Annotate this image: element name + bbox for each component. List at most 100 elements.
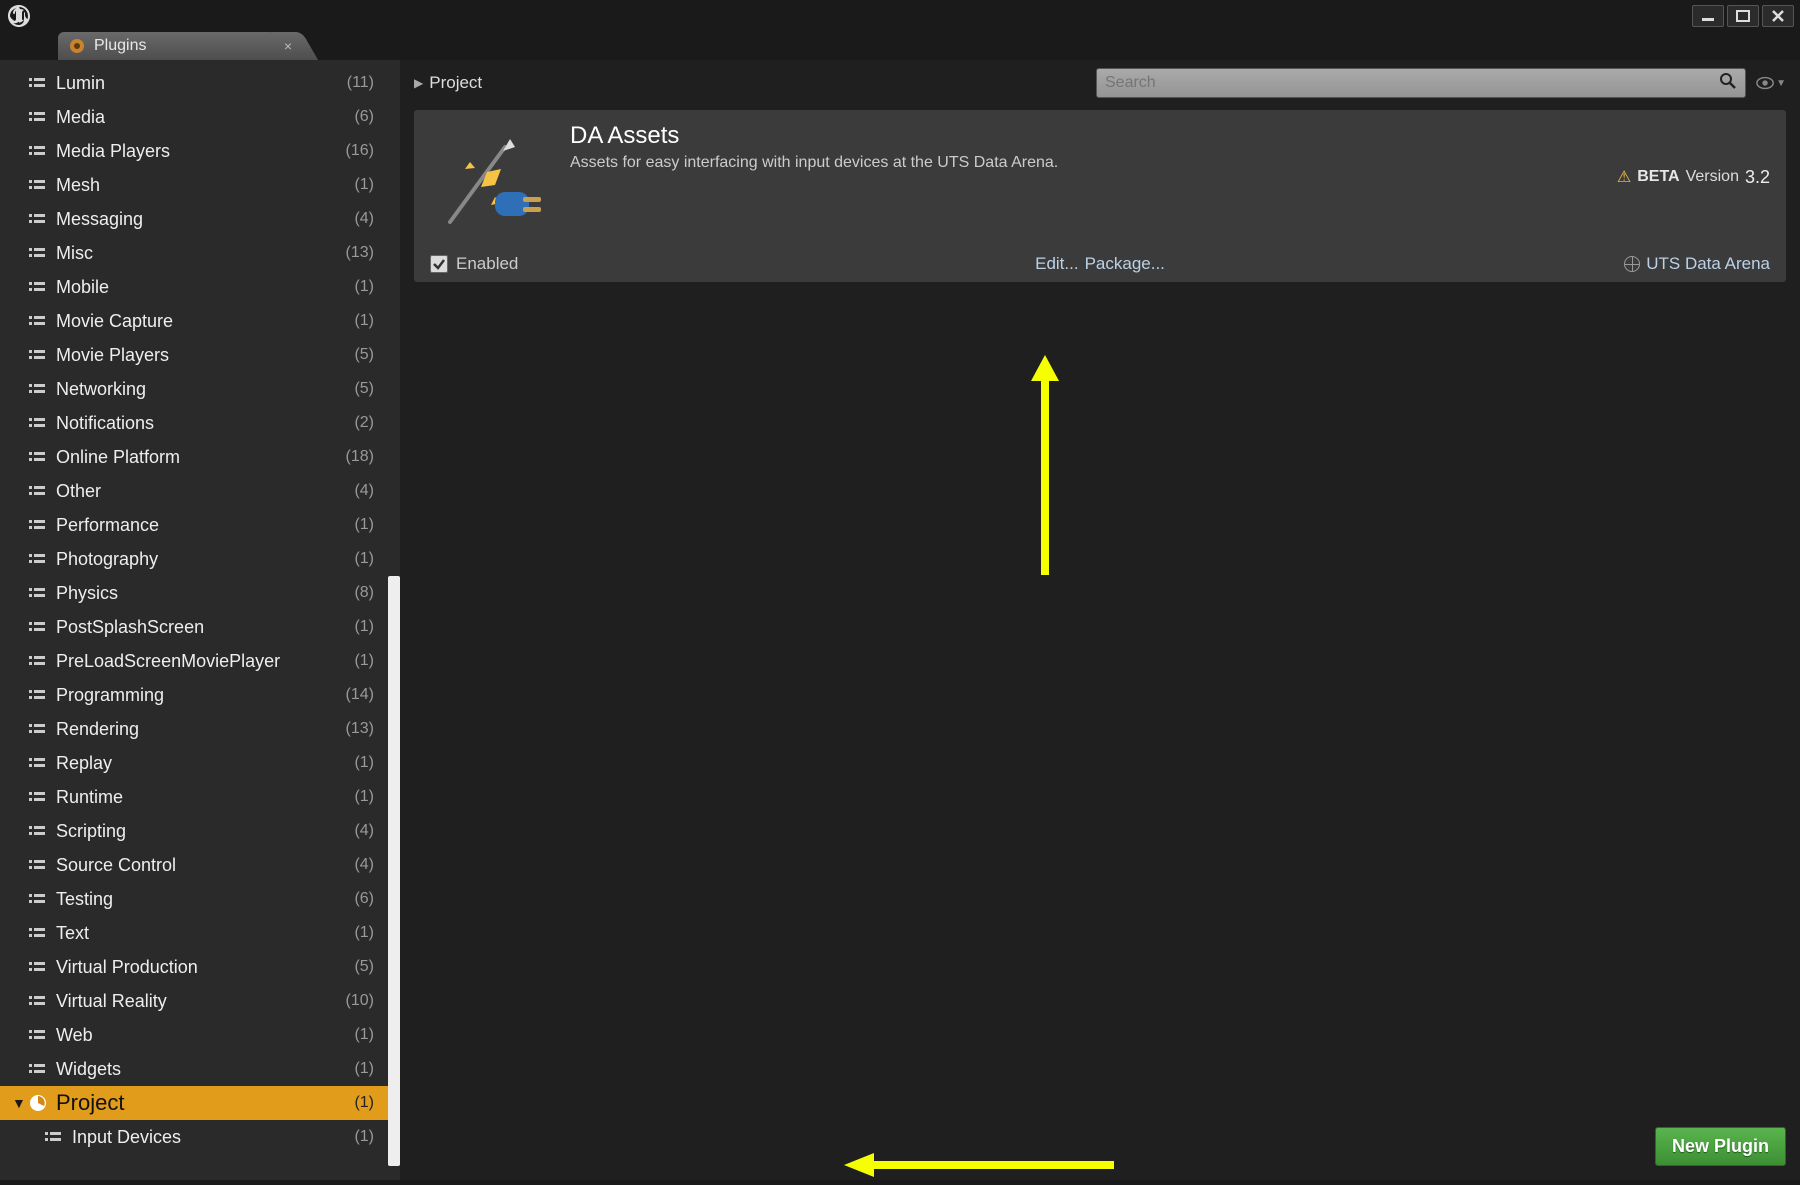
sidebar-item-online-platform[interactable]: Online Platform(18) — [0, 440, 388, 474]
annotation-arrow-left — [844, 1145, 1124, 1185]
sidebar-item-rendering[interactable]: Rendering(13) — [0, 712, 388, 746]
category-icon — [28, 177, 48, 193]
category-label: Scripting — [56, 821, 354, 842]
plugin-description: Assets for easy interfacing with input d… — [570, 154, 1617, 172]
sidebar-item-project[interactable]: ▼Project(1) — [0, 1086, 388, 1120]
category-count: (1) — [354, 312, 380, 330]
sidebar-item-mobile[interactable]: Mobile(1) — [0, 270, 388, 304]
plugin-beta-badge: BETA — [1637, 168, 1679, 186]
sidebar-item-runtime[interactable]: Runtime(1) — [0, 780, 388, 814]
sidebar-item-other[interactable]: Other(4) — [0, 474, 388, 508]
sidebar-item-programming[interactable]: Programming(14) — [0, 678, 388, 712]
search-input[interactable] — [1105, 74, 1719, 92]
sidebar-item-testing[interactable]: Testing(6) — [0, 882, 388, 916]
category-label: Lumin — [56, 73, 347, 94]
breadcrumb[interactable]: ▶ Project — [414, 73, 482, 93]
category-icon — [28, 75, 48, 91]
tab-close-icon[interactable]: × — [284, 38, 292, 54]
category-label: Mesh — [56, 175, 354, 196]
app-logo-icon — [6, 3, 32, 29]
close-button[interactable] — [1762, 5, 1794, 27]
sidebar-item-media-players[interactable]: Media Players(16) — [0, 134, 388, 168]
sidebar-item-physics[interactable]: Physics(8) — [0, 576, 388, 610]
sidebar-item-widgets[interactable]: Widgets(1) — [0, 1052, 388, 1086]
maximize-button[interactable] — [1727, 5, 1759, 27]
minimize-button[interactable] — [1692, 5, 1724, 27]
sidebar-item-misc[interactable]: Misc(13) — [0, 236, 388, 270]
sidebar-item-postsplashscreen[interactable]: PostSplashScreen(1) — [0, 610, 388, 644]
sidebar-item-networking[interactable]: Networking(5) — [0, 372, 388, 406]
plugin-version: 3.2 — [1745, 167, 1770, 188]
category-label: Movie Capture — [56, 311, 354, 332]
tab-plugins[interactable]: Plugins × — [58, 32, 288, 60]
category-label: Online Platform — [56, 447, 346, 468]
category-count: (2) — [354, 414, 380, 432]
category-label: Programming — [56, 685, 346, 706]
new-plugin-button[interactable]: New Plugin — [1655, 1127, 1786, 1166]
sidebar-item-virtual-reality[interactable]: Virtual Reality(10) — [0, 984, 388, 1018]
warning-icon: ⚠ — [1617, 167, 1631, 187]
view-options-button[interactable]: ▼ — [1756, 71, 1786, 95]
enabled-checkbox[interactable] — [430, 255, 448, 273]
category-icon — [28, 653, 48, 669]
plugin-vendor-link[interactable]: UTS Data Arena — [1624, 254, 1770, 274]
plugin-edit-link[interactable]: Edit... — [1035, 254, 1078, 274]
sidebar-item-web[interactable]: Web(1) — [0, 1018, 388, 1052]
category-count: (1) — [354, 924, 380, 942]
content-pane: ▶ Project ▼ — [400, 60, 1800, 1180]
sidebar-item-mesh[interactable]: Mesh(1) — [0, 168, 388, 202]
category-label: Misc — [56, 243, 346, 264]
category-count: (1) — [354, 754, 380, 772]
sidebar-item-replay[interactable]: Replay(1) — [0, 746, 388, 780]
category-icon — [28, 245, 48, 261]
category-count: (18) — [346, 448, 380, 466]
category-icon — [28, 993, 48, 1009]
category-icon — [28, 789, 48, 805]
category-icon — [28, 959, 48, 975]
sidebar-item-movie-capture[interactable]: Movie Capture(1) — [0, 304, 388, 338]
category-icon — [28, 483, 48, 499]
sidebar-item-text[interactable]: Text(1) — [0, 916, 388, 950]
category-label: Replay — [56, 753, 354, 774]
category-icon — [28, 619, 48, 635]
scrollbar-thumb[interactable] — [388, 576, 400, 1166]
search-box[interactable] — [1096, 68, 1746, 98]
sidebar-item-virtual-production[interactable]: Virtual Production(5) — [0, 950, 388, 984]
category-icon — [28, 279, 48, 295]
plugin-tab-icon — [68, 37, 86, 55]
category-label: Messaging — [56, 209, 354, 230]
category-count: (10) — [346, 992, 380, 1010]
plugin-package-link[interactable]: Package... — [1085, 254, 1165, 274]
category-count: (4) — [354, 482, 380, 500]
sidebar-item-messaging[interactable]: Messaging(4) — [0, 202, 388, 236]
sidebar-item-lumin[interactable]: Lumin(11) — [0, 66, 388, 100]
sidebar-item-preloadscreenmovieplayer[interactable]: PreLoadScreenMoviePlayer(1) — [0, 644, 388, 678]
sidebar-item-input-devices[interactable]: Input Devices(1) — [0, 1120, 388, 1154]
category-label: Notifications — [56, 413, 354, 434]
category-count: (1) — [354, 618, 380, 636]
category-count: (5) — [354, 380, 380, 398]
category-count: (1) — [354, 1026, 380, 1044]
category-label: Media Players — [56, 141, 346, 162]
category-label: Widgets — [56, 1059, 354, 1080]
enabled-label: Enabled — [456, 254, 518, 274]
category-icon — [28, 449, 48, 465]
chevron-down-icon: ▼ — [1776, 78, 1786, 89]
category-icon — [28, 143, 48, 159]
category-icon — [28, 857, 48, 873]
category-icon — [28, 823, 48, 839]
category-icon — [28, 1061, 48, 1077]
tab-row: Plugins × — [0, 32, 1800, 60]
project-icon — [28, 1095, 48, 1111]
sidebar-item-media[interactable]: Media(6) — [0, 100, 388, 134]
category-count: (13) — [346, 720, 380, 738]
sidebar-scrollbar[interactable] — [388, 60, 400, 1180]
sidebar-item-performance[interactable]: Performance(1) — [0, 508, 388, 542]
sidebar-item-source-control[interactable]: Source Control(4) — [0, 848, 388, 882]
sidebar-item-scripting[interactable]: Scripting(4) — [0, 814, 388, 848]
category-icon — [28, 415, 48, 431]
category-count: (4) — [354, 856, 380, 874]
sidebar-item-photography[interactable]: Photography(1) — [0, 542, 388, 576]
sidebar-item-movie-players[interactable]: Movie Players(5) — [0, 338, 388, 372]
sidebar-item-notifications[interactable]: Notifications(2) — [0, 406, 388, 440]
